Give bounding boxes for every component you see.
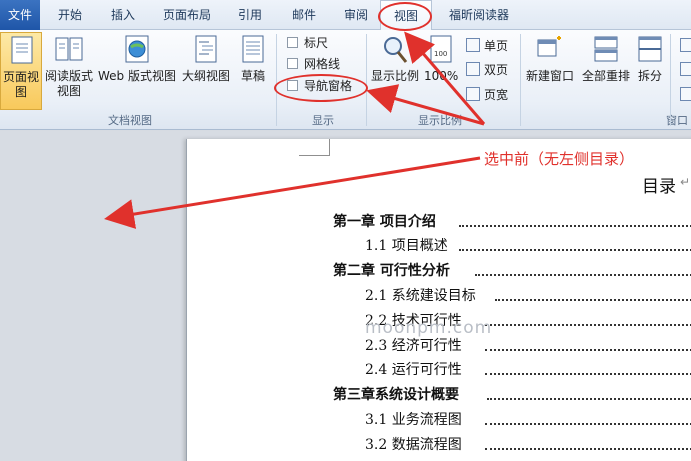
arrow-to-left-pane — [104, 156, 481, 229]
arrow-to-view-tab — [404, 31, 486, 125]
arrow-to-navigation-pane — [366, 84, 485, 126]
annotation-arrows — [104, 31, 486, 229]
